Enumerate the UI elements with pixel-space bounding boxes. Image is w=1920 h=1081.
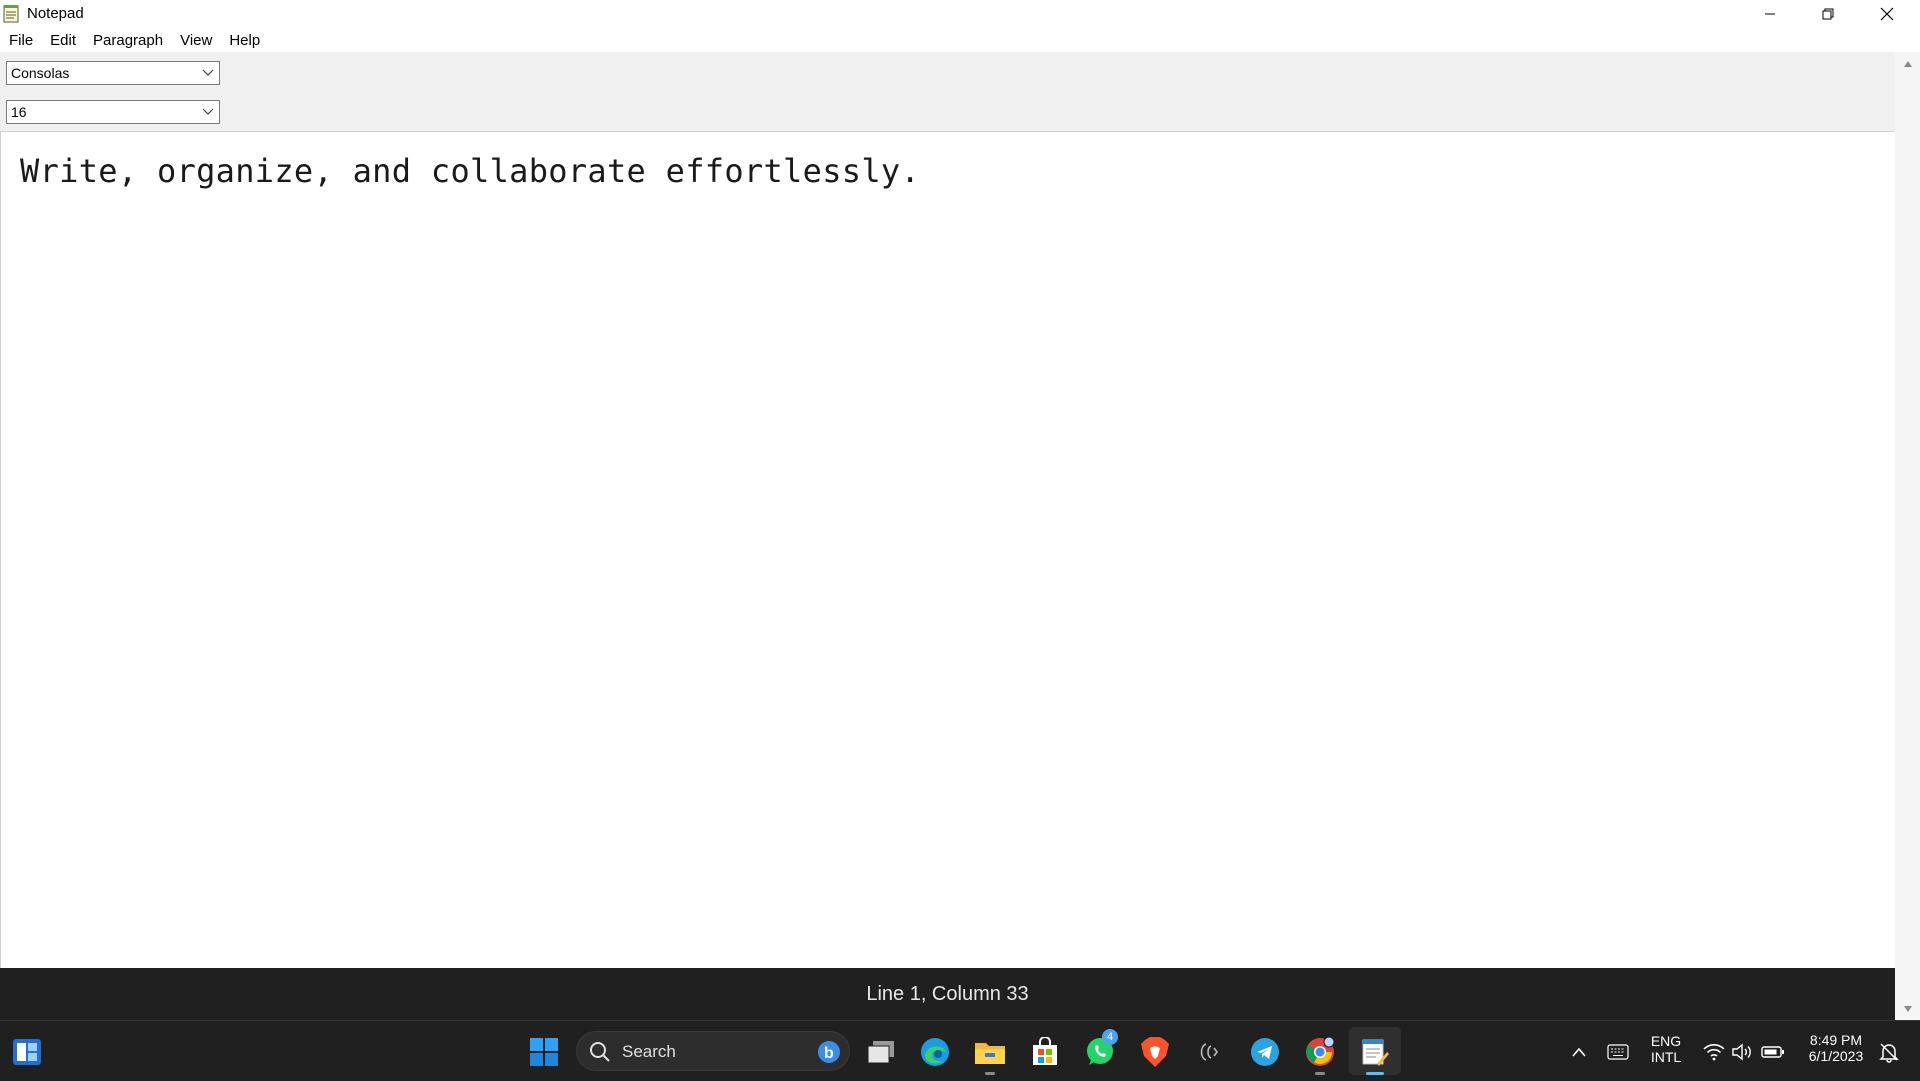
clock-date: 6/1/2023 — [1808, 1048, 1864, 1064]
telegram-button[interactable] — [1248, 1035, 1282, 1069]
title-bar: Notepad — [0, 0, 1920, 27]
language-code: ENG — [1650, 1033, 1682, 1049]
widgets-button[interactable] — [10, 1035, 44, 1069]
format-toolbar: Consolas 16 — [0, 52, 1895, 132]
edge-icon — [921, 1038, 949, 1066]
brave-icon — [1141, 1037, 1169, 1067]
close-button[interactable] — [1858, 0, 1916, 27]
taskbar: Search b 4 ENG INTL 8:49 PM 6/1/2023 — [0, 1020, 1920, 1081]
voice-access-button[interactable] — [1193, 1035, 1227, 1069]
task-view-icon — [867, 1041, 894, 1064]
window-title: Notepad — [27, 5, 84, 22]
file-explorer-button[interactable] — [973, 1035, 1007, 1069]
keyboard-layout: INTL — [1650, 1049, 1682, 1065]
keyboard-icon — [1607, 1044, 1629, 1060]
widgets-icon — [13, 1039, 41, 1065]
svg-text:b: b — [824, 1045, 834, 1062]
bing-icon: b — [818, 1041, 840, 1063]
text-editor[interactable]: Write, organize, and collaborate effortl… — [0, 132, 1896, 968]
search-label: Search — [622, 1042, 676, 1061]
battery-button[interactable] — [1756, 1035, 1790, 1069]
active-indicator — [1366, 1072, 1384, 1075]
task-view-button[interactable] — [864, 1035, 898, 1069]
close-icon — [1880, 7, 1894, 20]
menu-paragraph[interactable]: Paragraph — [84, 32, 171, 49]
chevron-down-icon — [202, 108, 214, 115]
store-button[interactable] — [1028, 1035, 1062, 1069]
telegram-icon — [1251, 1038, 1279, 1066]
minimize-button[interactable] — [1741, 0, 1799, 27]
maximize-button[interactable] — [1799, 0, 1857, 27]
edge-button[interactable] — [918, 1035, 952, 1069]
editor-content[interactable]: Write, organize, and collaborate effortl… — [20, 152, 920, 190]
vertical-scrollbar[interactable] — [1895, 52, 1920, 1020]
font-size-select[interactable]: 16 — [6, 100, 220, 124]
voice-access-icon — [1200, 1043, 1218, 1061]
search-icon — [590, 1042, 610, 1062]
notepad-icon — [1362, 1039, 1389, 1066]
font-family-value: Consolas — [11, 65, 70, 81]
menu-view[interactable]: View — [171, 32, 220, 49]
windows-icon — [530, 1038, 558, 1066]
battery-icon — [1761, 1046, 1784, 1058]
show-hidden-icons-button[interactable] — [1562, 1035, 1596, 1069]
notifications-button[interactable] — [1872, 1035, 1906, 1069]
notepad-taskbar-button[interactable] — [1358, 1035, 1392, 1069]
notepad-icon — [3, 5, 19, 23]
running-indicator — [985, 1072, 995, 1075]
scroll-down-icon[interactable] — [1903, 1004, 1913, 1014]
brave-button[interactable] — [1138, 1035, 1172, 1069]
chrome-icon — [1306, 1036, 1335, 1066]
speaker-icon — [1732, 1043, 1751, 1061]
taskbar-search[interactable]: Search b — [576, 1031, 850, 1071]
chevron-down-icon — [202, 69, 214, 76]
font-size-value: 16 — [11, 104, 27, 120]
minimize-icon — [1765, 13, 1775, 14]
status-bar: Line 1, Column 33 — [0, 968, 1895, 1020]
wifi-icon — [1703, 1044, 1725, 1061]
cursor-position: Line 1, Column 33 — [866, 982, 1029, 1005]
volume-button[interactable] — [1725, 1035, 1759, 1069]
store-icon — [1033, 1037, 1057, 1065]
menu-file[interactable]: File — [0, 32, 41, 49]
scroll-up-icon[interactable] — [1903, 59, 1913, 69]
chevron-up-icon — [1572, 1047, 1586, 1057]
maximize-icon — [1822, 8, 1834, 19]
folder-icon — [975, 1043, 1005, 1064]
bell-icon — [1879, 1043, 1899, 1063]
menu-help[interactable]: Help — [220, 32, 268, 49]
notification-badge: 4 — [1102, 1029, 1118, 1045]
clock[interactable]: 8:49 PM 6/1/2023 — [1792, 1032, 1880, 1064]
clock-time: 8:49 PM — [1809, 1032, 1863, 1048]
font-family-select[interactable]: Consolas — [6, 61, 220, 85]
touch-keyboard-button[interactable] — [1601, 1035, 1635, 1069]
start-button[interactable] — [527, 1035, 561, 1069]
input-language[interactable]: ENG INTL — [1644, 1033, 1688, 1065]
menu-bar: File Edit Paragraph View Help — [0, 28, 1920, 52]
chrome-button[interactable] — [1303, 1035, 1337, 1069]
menu-edit[interactable]: Edit — [41, 32, 84, 49]
running-indicator — [1315, 1072, 1325, 1075]
